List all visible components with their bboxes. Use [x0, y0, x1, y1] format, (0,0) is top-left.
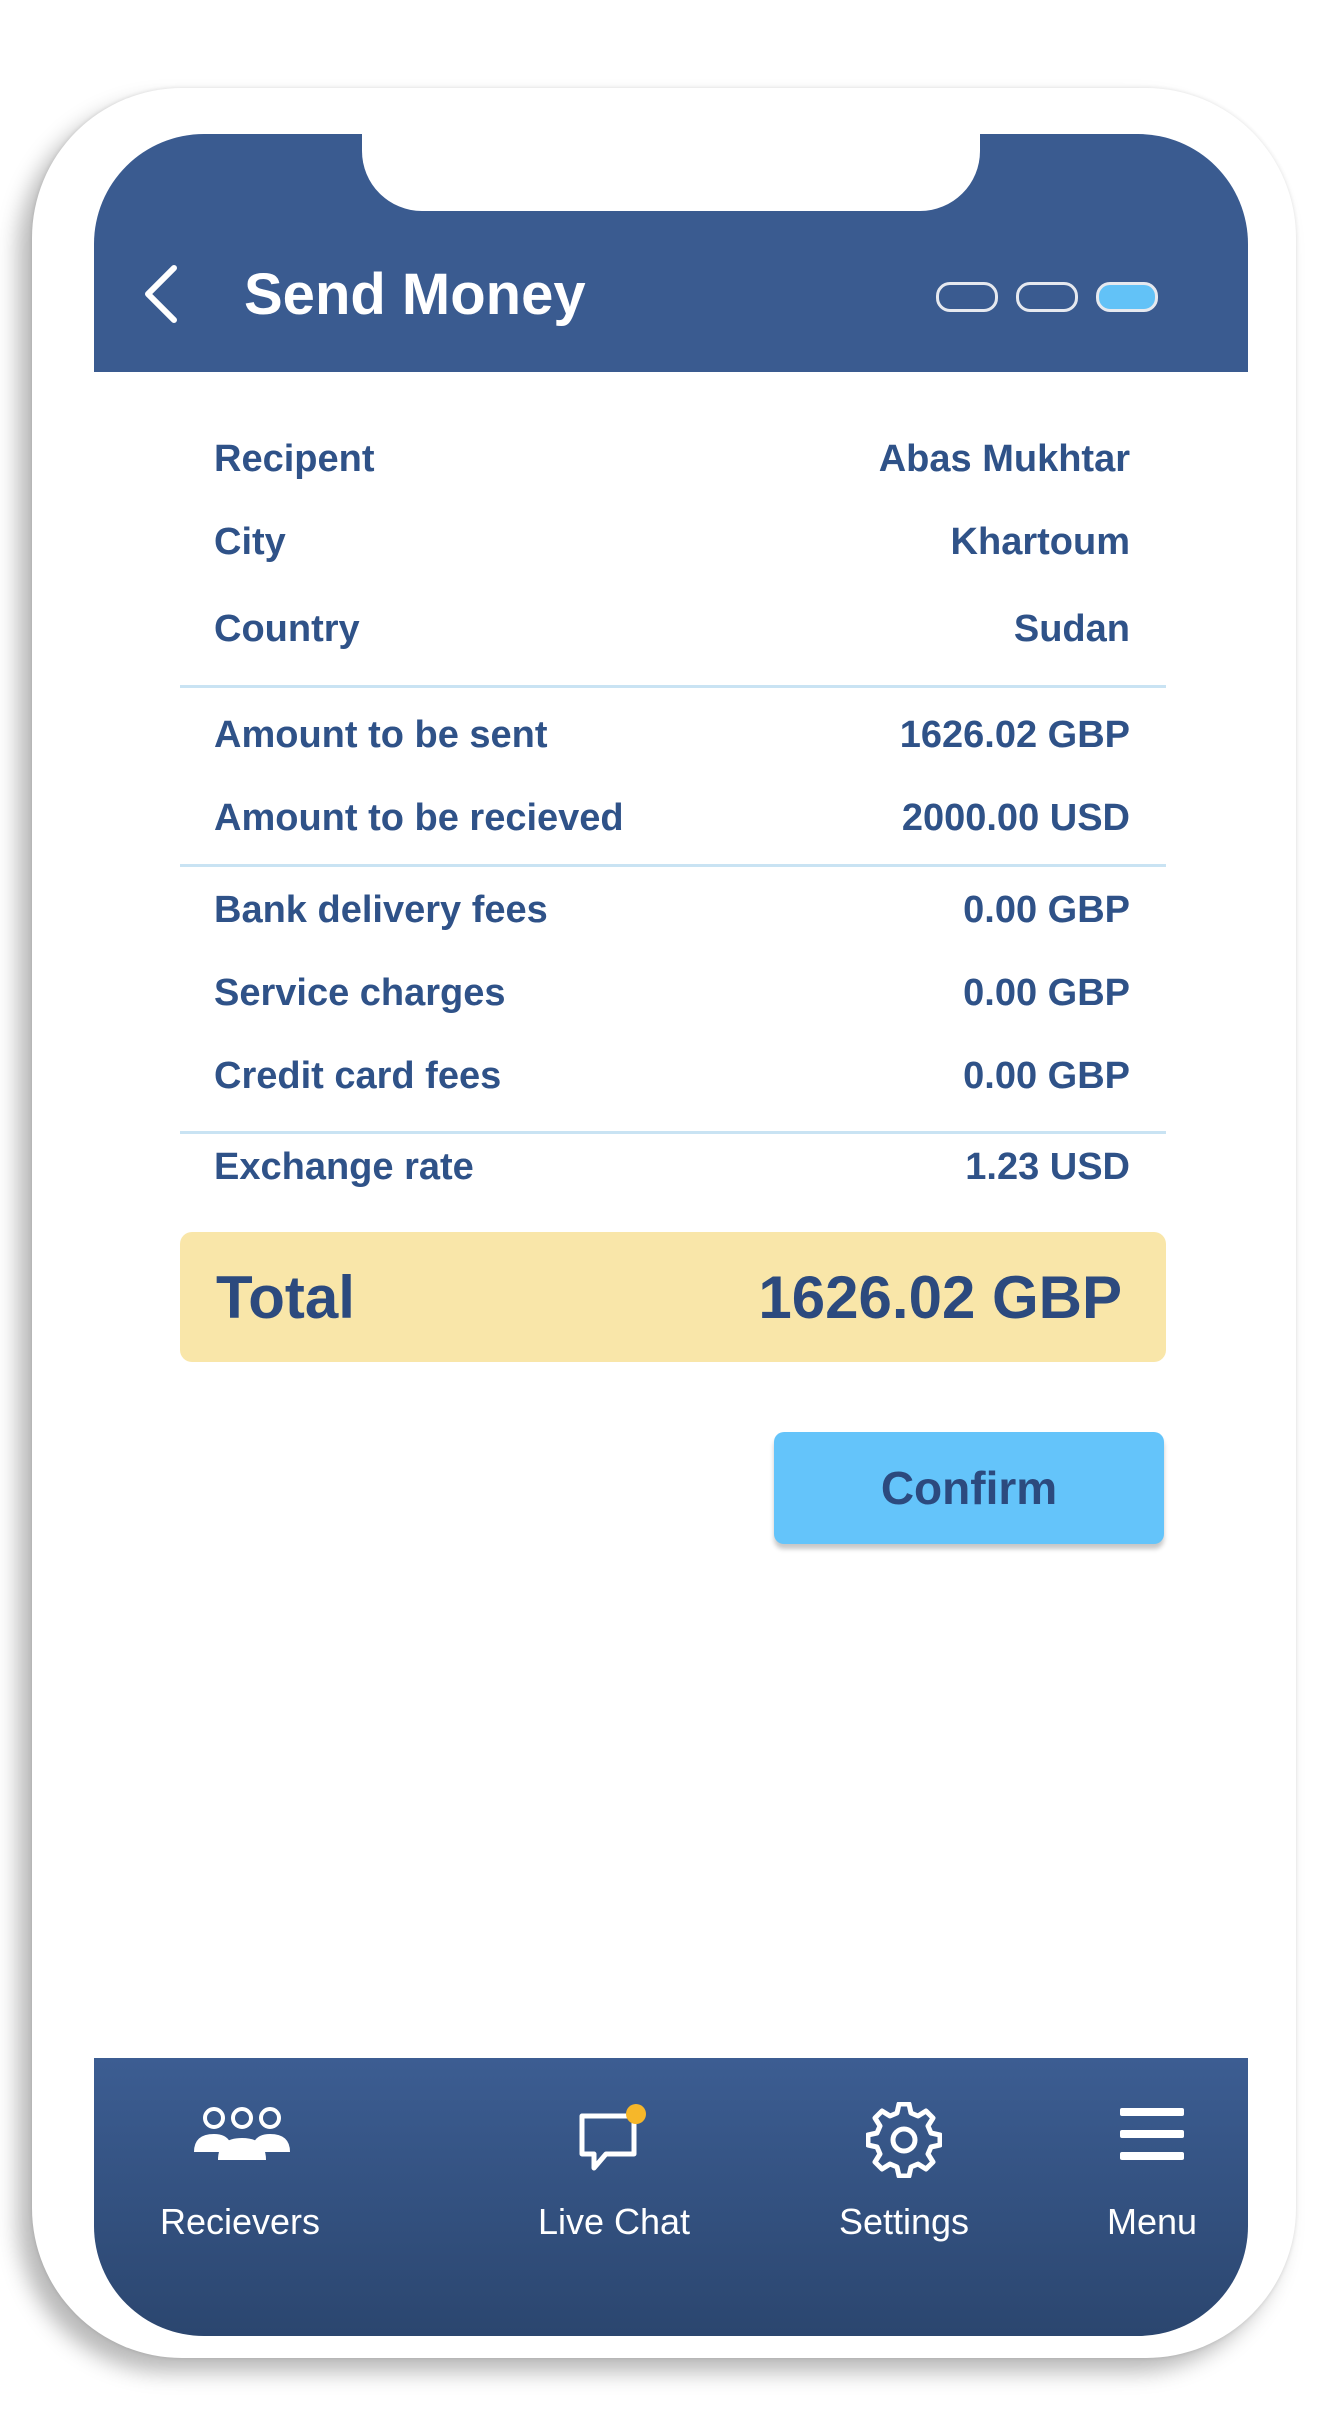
detail-label: Credit card fees: [214, 1054, 502, 1097]
divider: [180, 864, 1166, 867]
nav-label-settings: Settings: [838, 2201, 970, 2242]
menu-icon: [1120, 2108, 1184, 2160]
users-icon: [194, 2107, 290, 2160]
detail-value: Abas Mukhtar: [878, 437, 1130, 480]
detail-row-country: Country Sudan: [214, 599, 1130, 659]
detail-label: Bank delivery fees: [214, 888, 548, 931]
detail-label: Service charges: [214, 971, 506, 1014]
bottom-navigation: Recievers Live Chat Settings Menu: [94, 2058, 1248, 2336]
detail-value: 0.00 GBP: [963, 1054, 1130, 1097]
detail-value: Khartoum: [950, 520, 1130, 563]
detail-value: 1.23 USD: [965, 1145, 1130, 1188]
detail-value: 2000.00 USD: [901, 796, 1130, 839]
app-screen: Send Money Recipent Abas Mukhtar City Kh…: [94, 134, 1248, 2336]
detail-row-card-fees: Credit card fees 0.00 GBP: [214, 1046, 1130, 1106]
detail-row-amount-received: Amount to be recieved 2000.00 USD: [214, 788, 1130, 848]
detail-value: Sudan: [1013, 607, 1130, 650]
detail-label: City: [214, 520, 286, 563]
step-3-active: [1096, 282, 1158, 312]
step-2: [1016, 282, 1078, 312]
nav-item-settings[interactable]: Settings: [774, 2058, 1034, 2258]
confirm-button[interactable]: Confirm: [774, 1432, 1164, 1544]
transfer-summary: Recipent Abas Mukhtar City Khartoum Coun…: [94, 372, 1248, 2037]
back-chevron-icon[interactable]: [140, 262, 180, 326]
detail-value: 0.00 GBP: [963, 971, 1130, 1014]
detail-row-city: City Khartoum: [214, 512, 1130, 572]
total-value: 1626.02 GBP: [758, 1263, 1122, 1331]
detail-value: 0.00 GBP: [963, 888, 1130, 931]
total-summary: Total 1626.02 GBP: [180, 1232, 1166, 1362]
total-label: Total: [216, 1263, 355, 1331]
page-title: Send Money: [244, 262, 586, 327]
detail-row-bank-fees: Bank delivery fees 0.00 GBP: [214, 880, 1130, 940]
step-1: [936, 282, 998, 312]
notification-dot: [626, 2104, 646, 2124]
detail-label: Amount to be recieved: [214, 796, 624, 839]
nav-item-receivers[interactable]: Recievers: [110, 2058, 370, 2258]
chat-icon: [579, 2104, 646, 2171]
app-header: Send Money: [94, 134, 1248, 372]
detail-row-exchange-rate: Exchange rate 1.23 USD: [214, 1137, 1130, 1197]
detail-label: Recipent: [214, 437, 375, 480]
gear-icon: [866, 2102, 942, 2178]
phone-notch: [362, 134, 980, 211]
nav-item-live-chat[interactable]: Live Chat: [484, 2058, 744, 2258]
nav-label-menu: Menu: [1106, 2201, 1198, 2242]
divider: [180, 1131, 1166, 1134]
nav-item-menu[interactable]: Menu: [1084, 2058, 1248, 2258]
detail-label: Country: [214, 607, 360, 650]
nav-label-live-chat: Live Chat: [537, 2201, 691, 2242]
detail-row-recipient: Recipent Abas Mukhtar: [214, 429, 1130, 489]
detail-row-amount-sent: Amount to be sent 1626.02 GBP: [214, 705, 1130, 765]
detail-label: Exchange rate: [214, 1145, 474, 1188]
detail-row-service-charges: Service charges 0.00 GBP: [214, 963, 1130, 1023]
divider: [180, 685, 1166, 688]
step-indicator: [936, 282, 1158, 312]
nav-label-receivers: Recievers: [159, 2201, 321, 2242]
detail-value: 1626.02 GBP: [899, 713, 1130, 756]
detail-label: Amount to be sent: [214, 713, 548, 756]
